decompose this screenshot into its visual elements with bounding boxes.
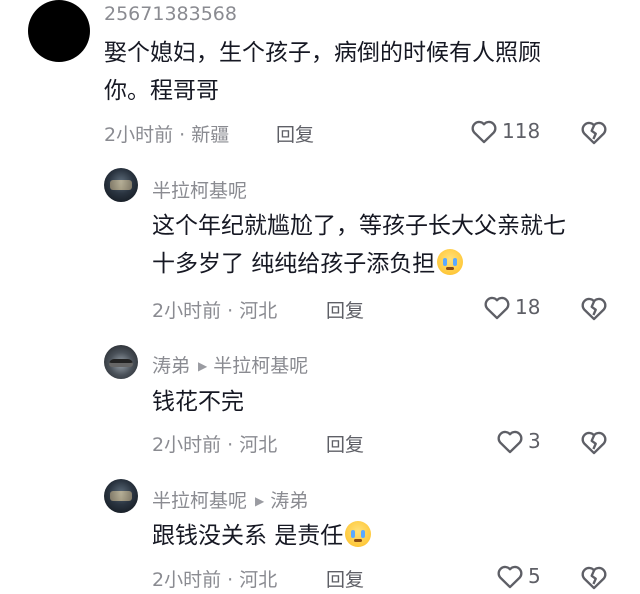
comment-text: 这个年纪就尴尬了，等孩子长大父亲就七 十多岁了 纯纯给孩子添负担 [152, 207, 622, 283]
username[interactable]: 25671383568 [104, 3, 237, 25]
reply-button[interactable]: 回复 [326, 565, 364, 592]
comment-text-line: 这个年纪就尴尬了，等孩子长大父亲就七 [152, 213, 566, 239]
pleading-face-emoji-icon [345, 521, 372, 547]
like-count: 3 [528, 429, 541, 453]
like-button[interactable]: 5 [496, 563, 541, 589]
avatar[interactable] [28, 0, 90, 62]
broken-heart-icon [580, 297, 608, 325]
username[interactable]: 半拉柯基呢 [152, 176, 247, 203]
comment-meta: 2小时前 · 新疆 [104, 124, 230, 146]
reply-button[interactable]: 回复 [276, 120, 314, 147]
comment-text: 钱花不完 [152, 383, 622, 421]
comment-text-line: 钱花不完 [152, 389, 244, 415]
dislike-button[interactable] [580, 295, 608, 325]
reply-to-username[interactable]: 涛弟 [270, 490, 308, 512]
username[interactable]: 涛弟 ▶ 半拉柯基呢 [152, 351, 308, 378]
comment-meta: 2小时前 · 河北 [152, 434, 278, 456]
username[interactable]: 半拉柯基呢 ▶ 涛弟 [152, 486, 308, 513]
comment-text-line: 十多岁了 纯纯给孩子添负担 [152, 245, 622, 283]
dislike-button[interactable] [580, 119, 608, 149]
reply-button[interactable]: 回复 [326, 430, 364, 457]
comment-meta: 2小时前 · 河北 [152, 300, 278, 322]
like-button[interactable]: 118 [470, 118, 540, 144]
dislike-button[interactable] [580, 429, 608, 459]
comment-meta: 2小时前 · 河北 [152, 569, 278, 591]
like-count: 5 [528, 564, 541, 588]
heart-outline-icon [496, 563, 524, 589]
dislike-button[interactable] [580, 564, 608, 594]
reply-button[interactable]: 回复 [326, 296, 364, 323]
comment-text: 跟钱没关系 是责任 [152, 517, 622, 555]
triangle-right-icon: ▶ [255, 494, 265, 508]
avatar[interactable] [104, 479, 138, 513]
like-count: 18 [515, 295, 541, 319]
heart-outline-icon [470, 118, 498, 144]
like-button[interactable]: 18 [483, 294, 540, 320]
comment-text-line: 娶个媳妇，生个孩子，病倒的时候有人照顾 [104, 40, 541, 66]
like-button[interactable]: 3 [496, 428, 541, 454]
comment-text: 娶个媳妇，生个孩子，病倒的时候有人照顾 你。程哥哥 [104, 34, 624, 110]
like-count: 118 [502, 119, 541, 143]
avatar[interactable] [104, 168, 138, 202]
broken-heart-icon [580, 121, 608, 149]
comment-text-line: 你。程哥哥 [104, 78, 219, 104]
broken-heart-icon [580, 566, 608, 594]
heart-outline-icon [496, 428, 524, 454]
avatar[interactable] [104, 345, 138, 379]
broken-heart-icon [580, 431, 608, 459]
pleading-face-emoji-icon [437, 249, 464, 275]
reply-to-username[interactable]: 半拉柯基呢 [213, 355, 308, 377]
comment-text-line: 跟钱没关系 是责任 [152, 517, 622, 555]
triangle-right-icon: ▶ [198, 359, 208, 373]
heart-outline-icon [483, 294, 511, 320]
